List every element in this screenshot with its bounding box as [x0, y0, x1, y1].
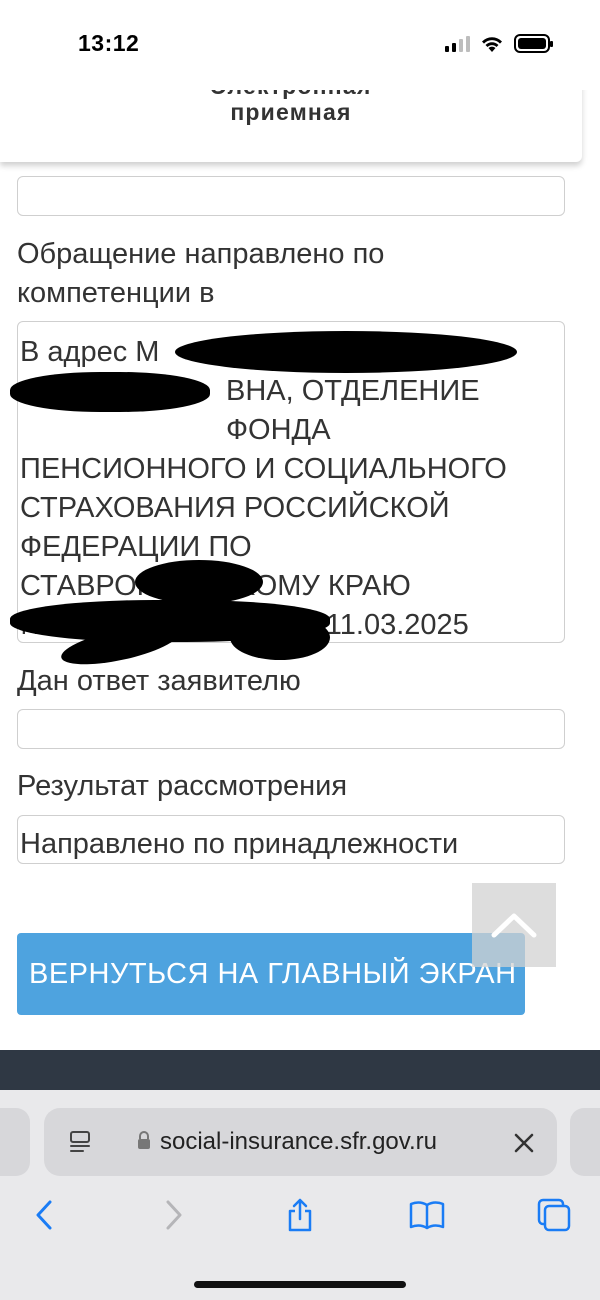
- redaction-mark: [230, 615, 330, 660]
- close-icon[interactable]: [513, 1132, 535, 1154]
- scroll-top-button[interactable]: [472, 883, 556, 967]
- answer-label: Дан ответ заявителю: [17, 665, 301, 697]
- lock-icon: [138, 1131, 150, 1149]
- battery-icon: [514, 34, 553, 53]
- competence-line-3: ПЕНСИОННОГО И СОЦИАЛЬНОГО: [20, 453, 507, 485]
- share-button[interactable]: [275, 1185, 325, 1245]
- competence-label: Обращение направлено по компетенции в: [17, 238, 385, 309]
- bookmarks-button[interactable]: [402, 1185, 452, 1245]
- status-time: 13:12: [78, 30, 140, 56]
- back-nav-button[interactable]: [19, 1185, 69, 1245]
- competence-line-4: СТРАХОВАНИЯ РОССИЙСКОЙ: [20, 492, 450, 524]
- home-indicator: [194, 1281, 406, 1288]
- address-bar[interactable]: social-insurance.sfr.gov.ru: [44, 1108, 557, 1176]
- forward-nav-button[interactable]: [149, 1185, 199, 1245]
- chevron-up-icon: [491, 913, 537, 938]
- share-icon: [288, 1198, 312, 1232]
- tabs-icon: [537, 1198, 571, 1232]
- status-bar: 13:12: [0, 0, 600, 90]
- back-to-main-button[interactable]: ВЕРНУТЬСЯ НА ГЛАВНЫЙ ЭКРАН: [17, 933, 525, 1015]
- url-text[interactable]: social-insurance.sfr.gov.ru: [160, 1128, 437, 1156]
- back-icon: [36, 1200, 52, 1230]
- empty-field[interactable]: [17, 176, 565, 216]
- competence-line-6: СТАВРОПОЛЬСКОМУ КРАЮ: [20, 570, 411, 602]
- redaction-mark: [175, 331, 517, 373]
- result-label: Результат рассмотрения: [17, 770, 348, 802]
- status-icons: [445, 34, 553, 53]
- answer-field[interactable]: [17, 709, 565, 749]
- bookmarks-icon: [409, 1201, 445, 1230]
- browser-toolbar: social-insurance.sfr.gov.ru: [0, 1090, 600, 1300]
- reader-icon[interactable]: [68, 1130, 94, 1154]
- redaction-mark: [135, 560, 263, 604]
- cellular-signal-icon: [445, 35, 470, 52]
- competence-line-5: ФЕДЕРАЦИИ ПО: [20, 531, 252, 563]
- redaction-mark: [10, 372, 210, 412]
- forward-icon: [166, 1200, 182, 1230]
- result-value: Направлено по принадлежности: [20, 828, 459, 860]
- wifi-icon: [482, 36, 502, 52]
- result-field[interactable]: Направлено по принадлежности: [17, 815, 565, 864]
- previous-tab-preview[interactable]: [0, 1108, 30, 1176]
- next-tab-preview[interactable]: [570, 1108, 600, 1176]
- header-title-line2: приемная: [230, 99, 352, 125]
- bottom-toolbar: [0, 1185, 600, 1245]
- tabs-button[interactable]: [529, 1185, 579, 1245]
